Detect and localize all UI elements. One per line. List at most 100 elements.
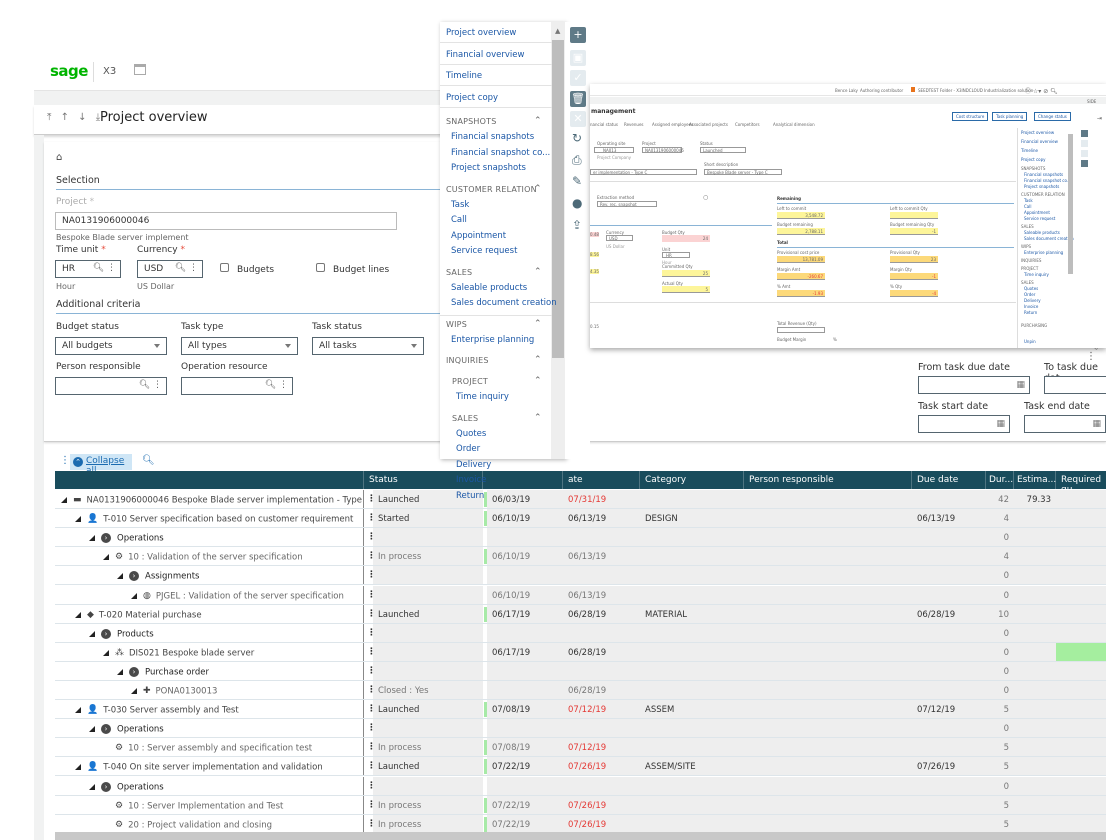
table-row[interactable]: › Purchase order ⋮ 0 [55,661,1106,681]
tree-cell[interactable]: › Products [55,624,363,642]
menu-scrollbar-thumb[interactable] [552,40,564,358]
expand-toggle-icon[interactable] [89,783,95,790]
embedded-menu-item[interactable]: Service request [1024,216,1055,221]
prov-cost-field[interactable]: 13,781.09 [777,256,825,263]
embedded-tab[interactable]: Competitors [735,122,760,127]
menu-item-sales-document-creation[interactable]: Sales document creation [451,298,557,308]
embedded-menu-item[interactable]: Order [1024,292,1035,297]
calendar-icon[interactable] [134,64,146,75]
menu-item-timeline[interactable]: Timeline [446,71,482,81]
embedded-menu-item[interactable]: Return [1024,310,1037,315]
left-to-commit-qty-field[interactable] [890,212,938,219]
table-options-kebab-icon[interactable]: ⋮ [60,455,70,466]
embedded-menu-item[interactable]: Appointment [1024,210,1050,215]
embedded-menu-item[interactable]: Quotes [1024,286,1038,291]
record-navigation-arrows[interactable]: ⤒ ↑ ↓ ⤓ [47,112,103,123]
menu-item-return[interactable]: Return [456,491,484,501]
close-icon[interactable]: ✕ [570,111,586,127]
budget-status-select[interactable]: All budgets [55,337,167,355]
unit-field[interactable]: HR [662,252,690,258]
expand-toggle-icon[interactable] [131,688,137,694]
tree-cell[interactable]: 👤 T-030 Server assembly and Test [55,700,363,718]
column-header-person-responsible[interactable]: Person responsible [744,471,912,489]
tree-cell[interactable]: ⚙ 10 : Server Implementation and Test [55,796,363,814]
budget-lines-checkbox[interactable] [316,263,325,272]
column-header-tree[interactable] [55,471,364,489]
task-type-select[interactable]: All types [181,337,298,355]
tree-cell[interactable]: ⚙ 10 : Validation of the server specifica… [55,547,363,565]
table-row[interactable]: ◍ PJGEL : Validation of the server specif… [55,585,1106,605]
menu-item-delivery[interactable]: Delivery [456,460,491,470]
menu-item-project-copy[interactable]: Project copy [446,93,498,103]
tree-cell[interactable]: ◆ T-020 Material purchase [55,605,363,623]
embedded-menu-item[interactable]: Enterprise planning [1024,250,1063,255]
expand-toggle-icon[interactable] [75,764,81,771]
tree-cell[interactable]: › Operations [55,719,363,737]
search-icon[interactable]: 🔍︎ ⋮ [265,380,288,390]
embedded-menu-item[interactable]: Project snapshots [1024,184,1059,189]
menu-item-appointment[interactable]: Appointment [451,231,506,241]
embedded-menu-scrollbar[interactable] [1068,134,1073,274]
tree-cell[interactable]: ⁂ DIS021 Bespoke blade server [55,643,363,661]
menu-item-saleable-products[interactable]: Saleable products [451,283,527,293]
budget-qty-field[interactable]: 24 [662,235,710,242]
menu-item-project-overview[interactable]: Project overview [446,28,516,38]
embedded-menu-item[interactable]: Financial snapshots [1024,172,1063,177]
embedded-menu-item[interactable]: Financial overview [1021,139,1058,144]
actual-qty-field[interactable]: 5 [662,286,710,293]
table-row[interactable]: › Operations ⋮ 0 [55,528,1106,548]
embedded-menu-item[interactable]: Financial snapshot co... [1024,178,1071,183]
search-icon[interactable]: 🔍︎ ⋮ [139,380,162,390]
embedded-menu-item[interactable]: Call [1024,204,1031,209]
menu-item-time-inquiry[interactable]: Time inquiry [456,392,509,402]
task-planning-button[interactable]: Task planning [992,112,1028,121]
embedded-impl-field[interactable]: er implementation - Type C [590,169,697,175]
embedded-exit-icon[interactable]: ⇥ [1097,115,1102,122]
embedded-menu-item[interactable]: Delivery [1024,298,1041,303]
expand-toggle-icon[interactable] [117,668,123,675]
expand-toggle-icon[interactable] [131,592,137,599]
cost-structure-button[interactable]: Cost structure [952,112,989,121]
table-row[interactable]: ✚ PONA0130013 ⋮ Closed : Yes 06/28/19 0 [55,681,1106,700]
column-header-category[interactable]: Category [640,471,744,489]
menu-item-quotes[interactable]: Quotes [456,429,486,439]
total-revenue-qty-field[interactable] [777,327,825,333]
menu-item-financial-snapshot-co-[interactable]: Financial snapshot co... [451,148,550,158]
search-icon[interactable]: 🔍︎ ⋮ [93,263,116,273]
embedded-save-icon[interactable] [1081,140,1088,147]
menu-item-enterprise-planning[interactable]: Enterprise planning [451,335,534,345]
column-header-end-date[interactable]: ate [563,471,640,489]
table-row[interactable]: ⚙ 10 : Validation of the server specifica… [55,547,1106,567]
tree-cell[interactable]: ⚙ 10 : Server assembly and specification … [55,738,363,756]
menu-item-project-snapshots[interactable]: Project snapshots [451,163,526,173]
embedded-add-icon[interactable] [1081,130,1088,137]
short-description-field[interactable]: Bespoke Blade server - Type C [704,169,782,175]
menu-item-service-request[interactable]: Service request [451,246,517,256]
embedded-unpin-button[interactable]: Unpin [1024,339,1036,344]
table-row[interactable]: 👤 T-030 Server assembly and Test ⋮ Launched… [55,700,1106,720]
menu-item-task[interactable]: Task [451,200,469,210]
expand-toggle-icon[interactable] [75,516,81,523]
change-status-button[interactable]: Change status [1034,112,1071,121]
embedded-menu-item[interactable]: Task [1024,198,1033,203]
expand-toggle-icon[interactable] [117,573,123,580]
tree-cell[interactable]: › Operations [55,528,363,546]
tree-cell[interactable]: ◍ PJGEL : Validation of the server specif… [55,586,363,604]
table-row[interactable]: › Assignments ⋮ 0 [55,566,1106,586]
currency-field[interactable]: USD 🔍︎ ⋮ [137,260,203,278]
collapse-section-icon[interactable]: ⌃ [534,355,1078,365]
table-row[interactable]: › Operations ⋮ 0 [55,719,1106,739]
comment-icon[interactable]: ● [572,196,582,210]
task-status-select[interactable]: All tasks [312,337,424,355]
embedded-tab[interactable]: nancial status [590,122,618,127]
refresh-icon[interactable]: ↻ [572,131,582,145]
table-row[interactable]: › Products ⋮ 0 [55,623,1106,643]
collapse-section-icon[interactable]: ⌃ [534,413,1078,423]
home-icon[interactable]: ⌂ [56,152,62,163]
table-row[interactable]: ◆ T-020 Material purchase ⋮ Launched 06/17/1… [55,604,1106,624]
column-header-start-date[interactable] [483,471,563,489]
save-icon[interactable]: ▣ [570,50,586,66]
embedded-delete-icon[interactable] [1081,160,1088,167]
column-header-duration[interactable]: Dur... [986,471,1014,489]
margin-amt-field[interactable]: -260.67 [777,273,825,280]
